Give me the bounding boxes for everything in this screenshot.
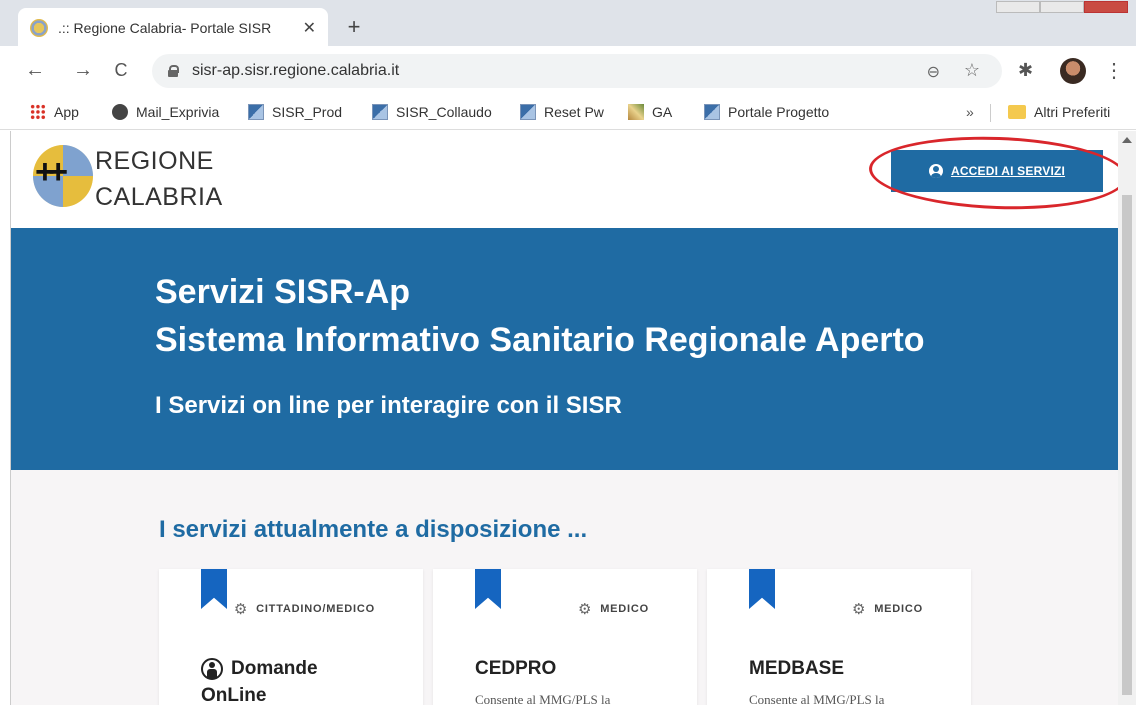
- card-tag: ⚙ CITTADINO/MEDICO: [234, 600, 375, 618]
- hero-title-line1: Servizi SISR-Ap: [155, 273, 411, 311]
- sisr-icon: [248, 104, 264, 120]
- bookmark-mail-exprivia[interactable]: Mail_Exprivia: [112, 104, 219, 120]
- browser-tab[interactable]: .:: Regione Calabria- Portale SISR ✕: [18, 8, 328, 48]
- card-tag-label: CITTADINO/MEDICO: [256, 603, 375, 615]
- bookmarks-overflow-button[interactable]: »: [966, 104, 974, 120]
- brand-name-line1: REGIONE: [95, 147, 214, 175]
- minimize-button[interactable]: [996, 1, 1040, 13]
- bookmark-star-icon[interactable]: ☆: [964, 60, 980, 81]
- hero-banner: Servizi SISR-Ap Sistema Informativo Sani…: [11, 228, 1118, 470]
- bookmark-label: App: [54, 104, 79, 120]
- bookmark-sisr-collaudo[interactable]: SISR_Collaudo: [372, 104, 492, 120]
- site-header: + + REGIONE CALABRIA ACCEDI AI SERVIZI: [11, 131, 1118, 228]
- info-person-icon: [201, 657, 223, 680]
- service-card-medbase[interactable]: ⚙ MEDICO MEDBASE Consente al MMG/PLS la: [707, 569, 971, 705]
- card-tag: ⚙ MEDICO: [852, 600, 923, 618]
- bookmark-ribbon-icon: [749, 569, 775, 609]
- sisr-icon: [520, 104, 536, 120]
- bookmark-portale-progetto[interactable]: Portale Progetto: [704, 104, 829, 120]
- bookmark-label: Portale Progetto: [728, 104, 830, 120]
- reload-icon[interactable]: C: [108, 58, 134, 84]
- window-close-button[interactable]: [1084, 1, 1128, 13]
- folder-icon: [1008, 105, 1026, 119]
- hero-title-line2: Sistema Informativo Sanitario Regionale …: [155, 321, 925, 359]
- window-controls: [996, 0, 1136, 16]
- ga-icon: [628, 104, 644, 120]
- new-tab-button[interactable]: +: [340, 14, 368, 42]
- bookmarks-bar: App Mail_Exprivia SISR_Prod SISR_Collaud…: [0, 96, 1136, 130]
- bookmark-other-folder[interactable]: Altri Preferiti: [1008, 104, 1110, 120]
- bookmark-ga[interactable]: GA: [628, 104, 672, 120]
- tab-title: .:: Regione Calabria- Portale SISR: [58, 20, 272, 36]
- bookmark-sisr-prod[interactable]: SISR_Prod: [248, 104, 342, 120]
- card-description: Consente al MMG/PLS la: [749, 692, 885, 705]
- address-bar[interactable]: sisr-ap.sisr.regione.calabria.it ⊖ ☆: [152, 54, 1002, 88]
- bookmark-app[interactable]: App: [30, 104, 79, 120]
- browser-tab-strip: .:: Regione Calabria- Portale SISR ✕ +: [0, 0, 1136, 48]
- bookmark-label: Mail_Exprivia: [136, 104, 220, 120]
- tab-close-icon[interactable]: ✕: [303, 18, 316, 38]
- page-viewport: + + REGIONE CALABRIA ACCEDI AI SERVIZI S…: [10, 131, 1118, 705]
- card-description: Consente al MMG/PLS la: [475, 692, 611, 705]
- bookmark-label: Altri Preferiti: [1034, 104, 1111, 120]
- card-title-line1: Domande: [231, 658, 318, 679]
- page-scrollbar[interactable]: [1118, 131, 1136, 705]
- service-card-cedpro[interactable]: ⚙ MEDICO CEDPRO Consente al MMG/PLS la: [433, 569, 697, 705]
- lock-icon[interactable]: [168, 65, 179, 77]
- scrollbar-thumb[interactable]: [1122, 195, 1132, 695]
- gear-icon: ⚙: [851, 601, 867, 618]
- extensions-puzzle-icon[interactable]: ✱: [1018, 60, 1033, 81]
- profile-avatar[interactable]: [1060, 58, 1086, 84]
- card-tag-label: MEDICO: [874, 603, 923, 615]
- service-card-domande-online[interactable]: ⚙ CITTADINO/MEDICO Domande OnLine: [159, 569, 423, 705]
- gear-icon: ⚙: [577, 601, 593, 618]
- card-tag-label: MEDICO: [600, 603, 649, 615]
- bookmark-label: GA: [652, 104, 673, 120]
- bookmarks-separator: [990, 104, 991, 122]
- card-tag: ⚙ MEDICO: [578, 600, 649, 618]
- hero-subtitle: I Servizi on line per interagire con il …: [155, 392, 622, 419]
- card-title[interactable]: Domande OnLine: [201, 655, 318, 705]
- gear-icon: ⚙: [233, 601, 249, 618]
- maximize-button[interactable]: [1040, 1, 1084, 13]
- card-title[interactable]: CEDPRO: [475, 655, 556, 682]
- scroll-up-arrow-icon[interactable]: [1122, 137, 1132, 143]
- back-arrow-icon[interactable]: ←: [22, 58, 48, 84]
- apps-grid-icon: [30, 104, 46, 120]
- browser-menu-icon[interactable]: ⋮: [1104, 58, 1124, 83]
- sisr-icon: [372, 104, 388, 120]
- brand-name-line2: CALABRIA: [95, 183, 223, 211]
- bookmark-label: SISR_Collaudo: [396, 104, 492, 120]
- zoom-icon[interactable]: ⊖: [927, 62, 940, 82]
- bookmark-label: Reset Pw: [544, 104, 604, 120]
- bookmark-reset-pw[interactable]: Reset Pw: [520, 104, 604, 120]
- globe-icon: [112, 104, 128, 120]
- browser-toolbar: ← → C sisr-ap.sisr.regione.calabria.it ⊖…: [0, 48, 1136, 94]
- bookmark-ribbon-icon: [475, 569, 501, 609]
- forward-arrow-icon[interactable]: →: [70, 58, 96, 84]
- url-text[interactable]: sisr-ap.sisr.regione.calabria.it: [192, 62, 399, 80]
- regione-favicon-icon: [30, 19, 48, 37]
- bookmark-ribbon-icon: [201, 569, 227, 609]
- bookmark-label: SISR_Prod: [272, 104, 343, 120]
- card-title[interactable]: MEDBASE: [749, 655, 844, 682]
- regione-calabria-logo-icon[interactable]: + +: [33, 145, 93, 207]
- services-heading: I servizi attualmente a disposizione ...: [159, 516, 588, 543]
- card-title-line2: OnLine: [201, 685, 267, 705]
- red-highlight-annotation: [867, 132, 1118, 214]
- sisr-icon: [704, 104, 720, 120]
